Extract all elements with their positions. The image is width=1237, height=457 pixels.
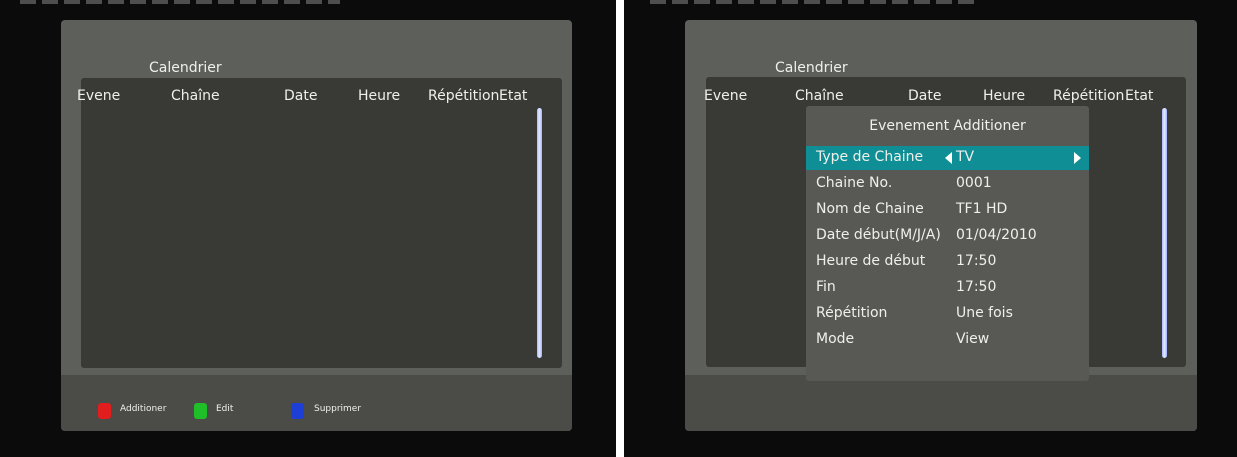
list-scrollbar[interactable]: [537, 108, 542, 358]
delete-key-label[interactable]: Supprimer: [314, 404, 361, 414]
column-header-status: Etat: [1125, 88, 1154, 104]
row-value: View: [956, 331, 990, 347]
end-time-row[interactable]: Fin 17:50: [806, 276, 1089, 300]
add-key-label[interactable]: Additioner: [120, 404, 166, 414]
channel-type-row[interactable]: Type de Chaine TV: [806, 146, 1089, 170]
panel-title: Calendrier: [149, 60, 222, 76]
top-noise-strip: [20, 0, 340, 4]
column-header-channel: Chaîne: [171, 88, 220, 104]
row-label: Heure de début: [816, 253, 926, 269]
column-header-date: Date: [908, 88, 942, 104]
column-header-event: Evene: [704, 88, 748, 104]
blue-key-icon[interactable]: [291, 403, 304, 419]
green-key-icon[interactable]: [194, 403, 207, 419]
row-value: 0001: [956, 175, 992, 191]
row-label: Type de Chaine: [816, 149, 924, 165]
column-header-time: Heure: [358, 88, 401, 104]
calendar-panel: Calendrier Evene Chaîne Date Heure Répét…: [685, 20, 1197, 431]
column-header-status: Etat: [499, 88, 528, 104]
column-header-time: Heure: [983, 88, 1026, 104]
arrow-right-icon[interactable]: [1074, 152, 1081, 164]
event-list-area[interactable]: [81, 78, 562, 368]
footer-key-bar: [685, 375, 1197, 431]
right-tv-screen: Calendrier Evene Chaîne Date Heure Répét…: [624, 0, 1237, 457]
row-label: Date début(M/J/A): [816, 227, 941, 243]
panel-title: Calendrier: [775, 60, 848, 76]
row-value: 17:50: [956, 253, 997, 269]
row-label: Nom de Chaine: [816, 201, 924, 217]
column-header-date: Date: [284, 88, 318, 104]
channel-number-row[interactable]: Chaine No. 0001: [806, 172, 1089, 196]
row-value: 17:50: [956, 279, 997, 295]
start-date-row[interactable]: Date début(M/J/A) 01/04/2010: [806, 224, 1089, 248]
column-header-channel: Chaîne: [795, 88, 844, 104]
column-header-repeat: Répétition: [428, 88, 500, 104]
dialog-title: Evenement Additioner: [869, 118, 1026, 134]
top-noise-strip: [650, 0, 980, 4]
row-label: Fin: [816, 279, 836, 295]
column-header-repeat: Répétition: [1053, 88, 1125, 104]
row-value: TF1 HD: [956, 201, 1008, 217]
column-header-event: Evene: [77, 88, 121, 104]
footer-key-bar: [61, 375, 572, 431]
row-label: Répétition: [816, 305, 888, 321]
add-event-dialog: Evenement Additioner Type de Chaine TV C…: [806, 106, 1089, 381]
red-key-icon[interactable]: [98, 403, 111, 419]
channel-name-row[interactable]: Nom de Chaine TF1 HD: [806, 198, 1089, 222]
row-label: Mode: [816, 331, 855, 347]
arrow-left-icon[interactable]: [945, 152, 952, 164]
row-label: Chaine No.: [816, 175, 893, 191]
row-value: 01/04/2010: [956, 227, 1037, 243]
edit-key-label[interactable]: Edit: [216, 404, 233, 414]
left-tv-screen: Calendrier Evene Chaîne Date Heure Répét…: [0, 0, 616, 457]
list-scrollbar[interactable]: [1162, 108, 1167, 358]
row-value: TV: [956, 149, 975, 165]
calendar-panel: Calendrier Evene Chaîne Date Heure Répét…: [61, 20, 572, 431]
start-time-row[interactable]: Heure de début 17:50: [806, 250, 1089, 274]
mode-row[interactable]: Mode View: [806, 328, 1089, 352]
row-value: Une fois: [956, 305, 1013, 321]
repeat-row[interactable]: Répétition Une fois: [806, 302, 1089, 326]
